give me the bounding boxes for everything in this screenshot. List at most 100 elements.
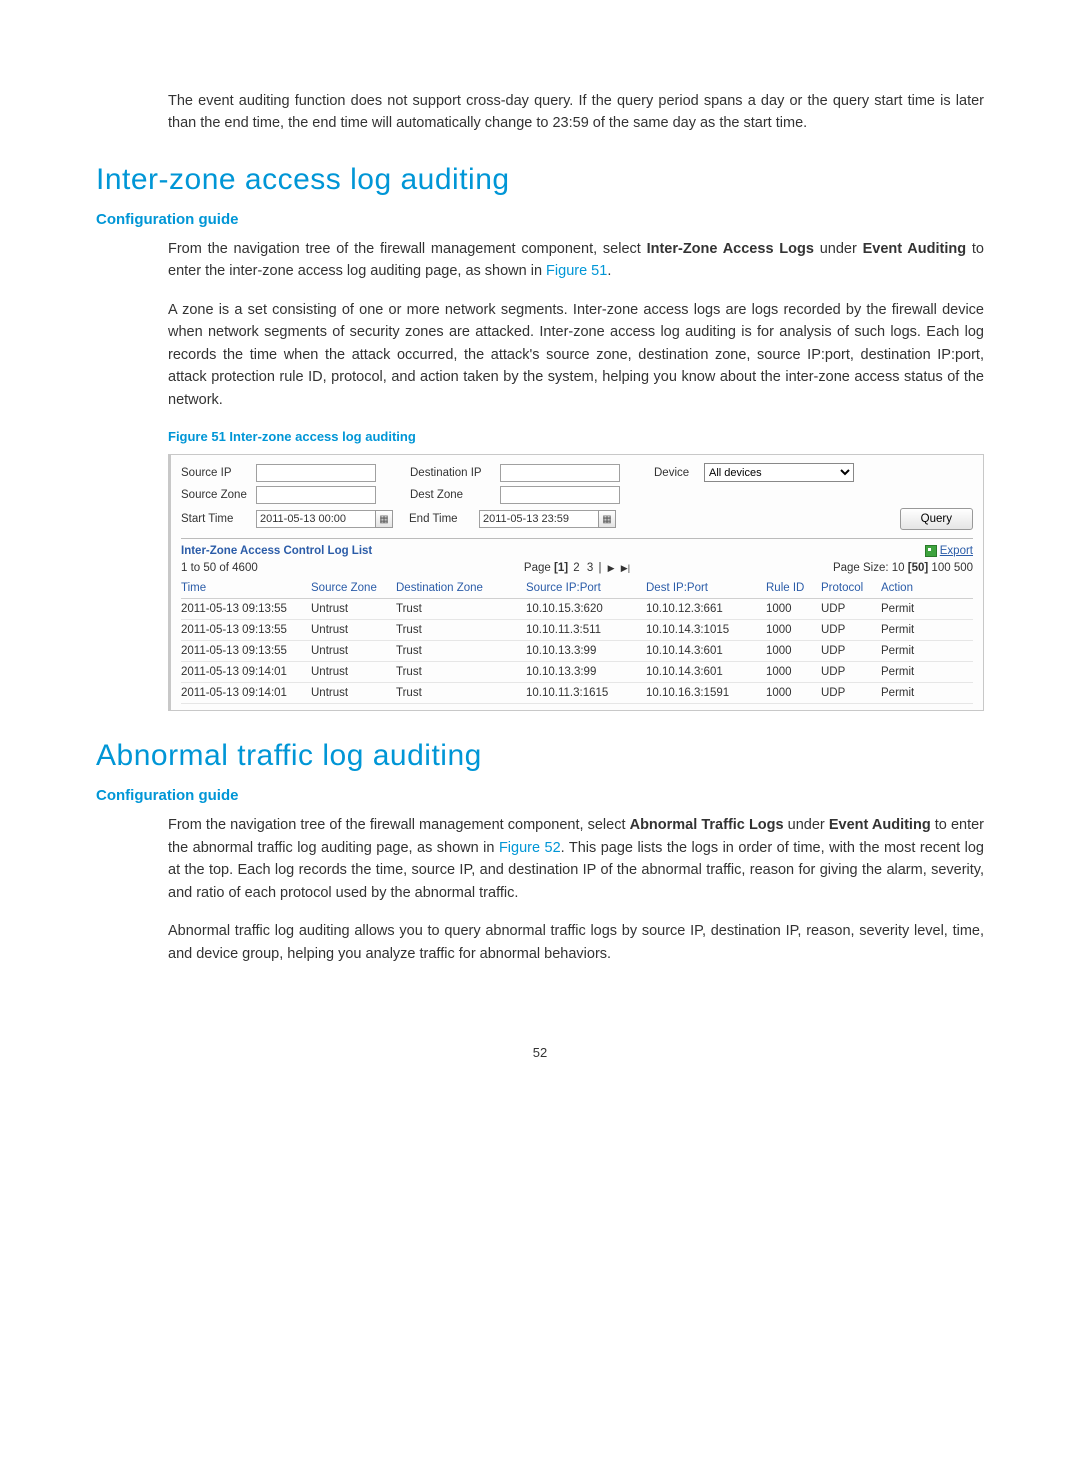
col-dest-ip-port[interactable]: Dest IP:Port <box>646 578 766 599</box>
intro-paragraph: The event auditing function does not sup… <box>168 90 984 135</box>
end-time-input[interactable] <box>479 510 599 528</box>
table-cell: 2011-05-13 09:13:55 <box>181 641 311 662</box>
table-cell: 2011-05-13 09:14:01 <box>181 662 311 683</box>
bold-text: Abnormal Traffic Logs <box>630 817 784 833</box>
page-number: 52 <box>96 1045 984 1060</box>
page-size-50: [50] <box>908 562 928 574</box>
query-button[interactable]: Query <box>900 508 973 530</box>
next-page-icon[interactable]: ▶ <box>608 563 615 573</box>
result-range: 1 to 50 of 4600 <box>181 562 258 574</box>
device-select[interactable]: All devices <box>704 463 854 482</box>
divider <box>181 538 973 539</box>
dest-zone-input[interactable] <box>500 486 620 504</box>
log-list-title: Inter-Zone Access Control Log List <box>181 545 372 557</box>
page-size-label: Page Size: <box>833 562 892 574</box>
table-cell: 10.10.11.3:1615 <box>526 683 646 704</box>
last-page-icon[interactable]: ▶| <box>621 563 630 573</box>
page-2-link[interactable]: 2 <box>573 562 579 574</box>
table-cell: Untrust <box>311 662 396 683</box>
start-time-label: Start Time <box>181 513 256 525</box>
table-row: 2011-05-13 09:14:01UntrustTrust10.10.13.… <box>181 662 973 683</box>
table-cell: Untrust <box>311 641 396 662</box>
table-cell: Untrust <box>311 620 396 641</box>
table-cell: 1000 <box>766 599 821 620</box>
table-cell: 10.10.11.3:511 <box>526 620 646 641</box>
table-cell: Trust <box>396 662 526 683</box>
table-cell: Permit <box>881 620 973 641</box>
section-title-interzone: Inter-zone access log auditing <box>96 163 984 197</box>
col-time[interactable]: Time <box>181 578 311 599</box>
table-row: 2011-05-13 09:13:55UntrustTrust10.10.13.… <box>181 641 973 662</box>
source-zone-input[interactable] <box>256 486 376 504</box>
table-cell: 10.10.14.3:1015 <box>646 620 766 641</box>
col-rule-id[interactable]: Rule ID <box>766 578 821 599</box>
config-guide-heading-1: Configuration guide <box>96 211 984 228</box>
bold-text: Inter-Zone Access Logs <box>647 241 814 257</box>
table-cell: 2011-05-13 09:14:01 <box>181 683 311 704</box>
col-dest-zone[interactable]: Destination Zone <box>396 578 526 599</box>
figure-51: Source IP Destination IP Device All devi… <box>168 454 984 711</box>
destination-ip-input[interactable] <box>500 464 620 482</box>
figure-link-52[interactable]: Figure 52 <box>499 840 561 856</box>
export-link[interactable]: Export <box>925 545 973 557</box>
start-time-input[interactable] <box>256 510 376 528</box>
table-cell: Untrust <box>311 599 396 620</box>
table-cell: UDP <box>821 620 881 641</box>
page-3-link[interactable]: 3 <box>587 562 593 574</box>
table-cell: 2011-05-13 09:13:55 <box>181 620 311 641</box>
section2-paragraph1: From the navigation tree of the firewall… <box>168 814 984 904</box>
table-cell: 1000 <box>766 620 821 641</box>
table-cell: Permit <box>881 599 973 620</box>
text: under <box>814 241 863 257</box>
section1-paragraph1: From the navigation tree of the firewall… <box>168 238 984 283</box>
table-cell: Trust <box>396 641 526 662</box>
col-protocol[interactable]: Protocol <box>821 578 881 599</box>
table-cell: 1000 <box>766 662 821 683</box>
end-time-label: End Time <box>409 513 479 525</box>
table-cell: Trust <box>396 599 526 620</box>
calendar-icon[interactable]: ▦ <box>598 510 616 528</box>
table-cell: 1000 <box>766 641 821 662</box>
table-cell: Permit <box>881 641 973 662</box>
source-ip-input[interactable] <box>256 464 376 482</box>
table-cell: 10.10.12.3:661 <box>646 599 766 620</box>
table-cell: Permit <box>881 662 973 683</box>
bold-text: Event Auditing <box>829 817 931 833</box>
table-cell: 1000 <box>766 683 821 704</box>
table-cell: 10.10.13.3:99 <box>526 641 646 662</box>
page-size-100[interactable]: 100 <box>931 562 950 574</box>
table-cell: UDP <box>821 683 881 704</box>
table-row: 2011-05-13 09:13:55UntrustTrust10.10.11.… <box>181 620 973 641</box>
calendar-icon[interactable]: ▦ <box>375 510 393 528</box>
table-cell: 10.10.14.3:601 <box>646 662 766 683</box>
text: From the navigation tree of the firewall… <box>168 817 630 833</box>
page-size-10[interactable]: 10 <box>892 562 905 574</box>
text: under <box>784 817 829 833</box>
table-row: 2011-05-13 09:14:01UntrustTrust10.10.11.… <box>181 683 973 704</box>
col-source-ip-port[interactable]: Source IP:Port <box>526 578 646 599</box>
bold-text: Event Auditing <box>863 241 967 257</box>
col-source-zone[interactable]: Source Zone <box>311 578 396 599</box>
col-action[interactable]: Action <box>881 578 973 599</box>
log-table: Time Source Zone Destination Zone Source… <box>181 578 973 704</box>
table-cell: UDP <box>821 641 881 662</box>
separator: | <box>598 562 601 574</box>
table-header-row: Time Source Zone Destination Zone Source… <box>181 578 973 599</box>
section1-paragraph2: A zone is a set consisting of one or mor… <box>168 299 984 411</box>
table-cell: Trust <box>396 620 526 641</box>
table-cell: UDP <box>821 662 881 683</box>
page-size-500[interactable]: 500 <box>954 562 973 574</box>
table-cell: Trust <box>396 683 526 704</box>
table-row: 2011-05-13 09:13:55UntrustTrust10.10.15.… <box>181 599 973 620</box>
export-icon <box>925 545 937 557</box>
table-cell: 10.10.14.3:601 <box>646 641 766 662</box>
source-zone-label: Source Zone <box>181 489 256 501</box>
section-title-abnormal: Abnormal traffic log auditing <box>96 739 984 773</box>
table-cell: UDP <box>821 599 881 620</box>
export-label: Export <box>940 545 973 557</box>
table-cell: 10.10.13.3:99 <box>526 662 646 683</box>
table-cell: Permit <box>881 683 973 704</box>
page-size-selector: Page Size: 10 [50] 100 500 <box>833 562 973 574</box>
table-cell: 10.10.16.3:1591 <box>646 683 766 704</box>
figure-link-51[interactable]: Figure 51 <box>546 263 607 279</box>
